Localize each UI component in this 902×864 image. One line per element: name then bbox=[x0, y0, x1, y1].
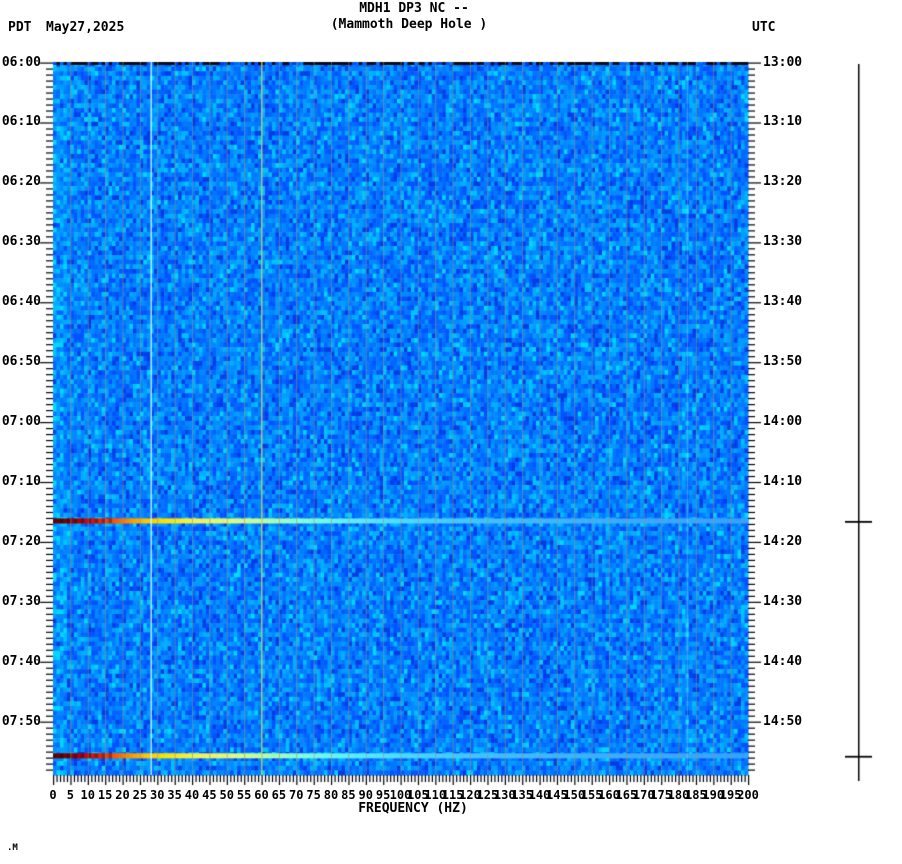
chart-subtitle: (Mammoth Deep Hole ) bbox=[330, 17, 488, 32]
x-axis-title: FREQUENCY (HZ) bbox=[358, 801, 468, 816]
spectrogram-canvas bbox=[0, 0, 902, 864]
corner-mark: .M bbox=[7, 843, 18, 853]
date-label: May27,2025 bbox=[46, 20, 125, 35]
timezone-right-label: UTC bbox=[752, 20, 776, 35]
chart-title: MDH1 DP3 NC -- bbox=[359, 1, 469, 16]
timezone-left-label: PDT bbox=[8, 20, 32, 35]
